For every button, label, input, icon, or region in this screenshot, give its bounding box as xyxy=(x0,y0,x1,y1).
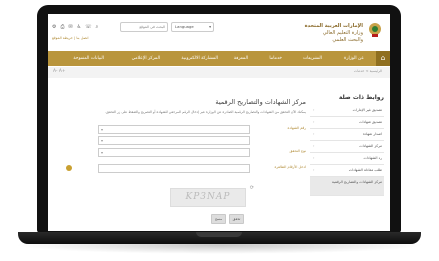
nav-item-about[interactable]: عن الوزارة xyxy=(344,51,364,66)
toolbar: A- A+ الرئيسية > خدمات xyxy=(48,67,390,78)
language-select[interactable]: Language ▾ xyxy=(171,22,214,32)
org-title: الإمارات العربية المتحدة xyxy=(304,23,363,29)
form-row-captcha: ادخل الأرقام الظاهرة xyxy=(62,164,306,173)
chevron-left-icon: ‹ xyxy=(313,132,315,136)
nav-item-eparticipation[interactable]: المشاركة الالكترونية xyxy=(181,51,218,66)
search-input[interactable]: البحث في الموقع xyxy=(120,22,168,32)
header-sublinks[interactable]: اتصل بنا | خريطة الموقع xyxy=(52,36,89,40)
chevron-left-icon: ‹ xyxy=(313,168,315,172)
intro-text: يمكنك الآن التحقق من الشهادات والتصاريح … xyxy=(105,110,306,114)
form-row-blank: ▾ xyxy=(62,136,306,145)
field-label: نوع التحقق xyxy=(289,149,306,153)
sidebar-title: روابط ذات صلة xyxy=(338,94,384,101)
nav-item-media[interactable]: المركز الإعلامي xyxy=(132,51,160,66)
field-label: ادخل الأرقام الظاهرة xyxy=(274,165,306,169)
language-label: Language xyxy=(175,24,194,29)
print-icon[interactable]: ⎙ xyxy=(60,24,64,30)
nav-item-services[interactable]: خدماتنا xyxy=(269,51,282,66)
sidebar-item[interactable]: اصدار شهادة ‹ xyxy=(310,129,384,141)
chevron-left-icon: ‹ xyxy=(313,156,315,160)
chevron-down-icon: ▾ xyxy=(101,150,104,155)
refresh-icon[interactable]: ⟳ xyxy=(250,185,254,191)
laptop-notch xyxy=(196,232,242,237)
org-name-sub: والبحث العلمي xyxy=(332,37,363,43)
sidebar-item[interactable]: تصديق غير الإمارات ‹ xyxy=(310,105,384,117)
form-row-type: نوع التحقق ▾ xyxy=(62,148,306,157)
chevron-down-icon: ▾ xyxy=(101,138,104,143)
home-icon[interactable]: ⌂ xyxy=(376,51,390,66)
sidebar-item[interactable]: مركز الشهادات ‹ xyxy=(310,141,384,153)
form-row-certificate: رقم الشهادة ▾ xyxy=(62,125,306,134)
chevron-down-icon: ▾ xyxy=(209,24,211,29)
sidebar-item[interactable]: تصديق شهادات ‹ xyxy=(310,117,384,129)
captcha-input[interactable] xyxy=(98,164,250,173)
browser-screen: الإمارات العربية المتحدة وزارة التعليم ا… xyxy=(48,14,390,231)
main-nav: ⌂ عن الوزارة التشريعات خدماتنا المعرفة ا… xyxy=(48,51,390,66)
mail-icon[interactable]: ✉ xyxy=(69,24,73,30)
page-title: مركز الشهادات والتصاريح الرقمية xyxy=(215,98,306,106)
chevron-left-icon: ‹ xyxy=(313,144,315,148)
certificate-number-input[interactable]: ▾ xyxy=(98,125,250,134)
org-name: وزارة التعليم العالي xyxy=(322,30,363,36)
sidebar: روابط ذات صلة تصديق غير الإمارات ‹ تصديق … xyxy=(310,94,384,196)
chevron-down-icon: ▾ xyxy=(101,127,104,132)
search-icon[interactable]: ⌕ xyxy=(95,24,98,30)
nav-item-open-data[interactable]: البيانات المفتوحة xyxy=(73,51,104,66)
nav-item-legislation[interactable]: التشريعات xyxy=(303,51,322,66)
reset-button[interactable]: مسح xyxy=(211,214,226,224)
settings-icon[interactable]: ⚙ xyxy=(52,24,56,30)
font-size-controls[interactable]: A- A+ xyxy=(53,69,66,74)
nav-item-knowledge[interactable]: المعرفة xyxy=(234,51,248,66)
uae-emblem-icon xyxy=(369,23,381,37)
field-label: رقم الشهادة xyxy=(287,126,306,130)
phone-icon[interactable]: ☏ xyxy=(85,24,91,30)
sidebar-item[interactable]: طلب معادلة الشهادات ‹ xyxy=(310,165,384,177)
submit-button[interactable]: تحقق xyxy=(229,214,244,224)
sidebar-item[interactable]: رد الشهادات ‹ xyxy=(310,153,384,165)
sidebar-item-active[interactable]: مركز الشهادات والتصاريح الرقمية xyxy=(310,177,384,196)
header-icons: ⚙ ⎙ ✉ ♿ ☏ ⌕ xyxy=(52,24,102,30)
secondary-input[interactable]: ▾ xyxy=(98,136,250,145)
captcha-image: KP3NAP xyxy=(170,188,246,207)
verification-type-select[interactable]: ▾ xyxy=(98,148,250,157)
chevron-left-icon: ‹ xyxy=(313,120,315,124)
accessibility-icon[interactable]: ♿ xyxy=(77,24,81,30)
breadcrumb: الرئيسية > خدمات xyxy=(353,69,382,73)
site-header: الإمارات العربية المتحدة وزارة التعليم ا… xyxy=(48,14,390,50)
chevron-left-icon: ‹ xyxy=(313,108,315,112)
help-icon[interactable] xyxy=(66,165,72,171)
